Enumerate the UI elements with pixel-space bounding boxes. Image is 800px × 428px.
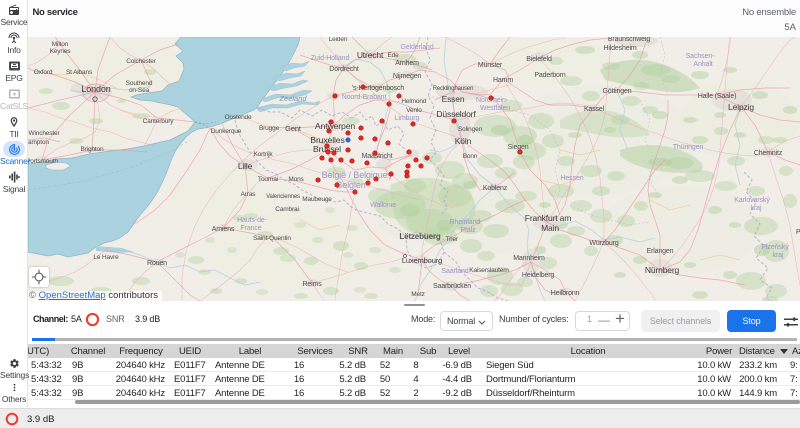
svg-text:Karlovarský: Karlovarský <box>734 197 770 204</box>
svg-text:France: France <box>240 225 261 232</box>
svg-text:Hessen: Hessen <box>560 175 583 182</box>
svg-text:Winchester: Winchester <box>28 130 60 137</box>
svg-text:Gelderland: Gelderland <box>400 44 433 51</box>
svg-text:Sachsen-: Sachsen- <box>686 53 716 60</box>
svg-text:Southend: Southend <box>126 80 153 87</box>
svg-text:Frankfurt am: Frankfurt am <box>525 213 571 223</box>
svg-text:Noord-Brabant: Noord-Brabant <box>342 94 387 101</box>
svg-text:Oostende: Oostende <box>225 114 253 121</box>
svg-text:Plzeňský: Plzeňský <box>761 244 789 251</box>
svg-text:Wallonie: Wallonie <box>370 202 396 209</box>
svg-text:Pfalz: Pfalz <box>460 227 476 234</box>
svg-text:Main: Main <box>541 223 559 233</box>
svg-text:Leiden: Leiden <box>329 37 348 43</box>
svg-text:Oxford: Oxford <box>34 69 53 76</box>
svg-text:Zuid-Holland: Zuid-Holland <box>311 55 350 62</box>
svg-text:Portsmouth: Portsmouth <box>28 158 58 165</box>
svg-text:Tournai: Tournai <box>258 176 278 183</box>
svg-text:Lëtzebuerg: Lëtzebuerg <box>399 232 440 241</box>
svg-text:Anhalt: Anhalt <box>693 61 712 68</box>
svg-text:on-Sea: on-Sea <box>129 87 150 94</box>
svg-text:· Helmond: · Helmond <box>398 98 427 105</box>
svg-text:Hamm: Hamm <box>493 77 513 84</box>
svg-text:'s-Hertogenbosch: 's-Hertogenbosch <box>352 85 405 92</box>
svg-text:Amiens: Amiens <box>212 226 235 233</box>
svg-text:ampton: ampton <box>28 139 49 146</box>
svg-text:Pl: Pl <box>796 229 800 236</box>
svg-text:Le Havre: Le Havre <box>93 254 119 261</box>
svg-text:Canterbury: Canterbury <box>143 118 175 125</box>
svg-text:Gent: Gent <box>285 124 302 133</box>
svg-text:Hauts-de-: Hauts-de- <box>237 217 268 224</box>
svg-text:Valenciennes: Valenciennes <box>266 194 300 200</box>
svg-text:Venlo: Venlo <box>406 107 422 114</box>
svg-text:Paderborn: Paderborn <box>534 72 566 79</box>
svg-text:Rouen: Rouen <box>147 260 167 267</box>
svg-text:Lille: Lille <box>238 161 253 171</box>
svg-text:Metz: Metz <box>411 291 425 298</box>
svg-text:Thüringen: Thüringen <box>673 144 704 151</box>
svg-text:kraj: kraj <box>751 205 762 212</box>
svg-text:Antwerpen: Antwerpen <box>315 121 356 131</box>
svg-text:Brighton: Brighton <box>80 146 104 153</box>
svg-text:Bonn: Bonn <box>463 153 478 160</box>
svg-text:Essen: Essen <box>442 94 465 104</box>
svg-text:· Trier: · Trier <box>442 236 459 243</box>
svg-text:Nürnberg: Nürnberg <box>645 265 680 275</box>
svg-text:Reims: Reims <box>302 281 322 288</box>
svg-text:Würzburg: Würzburg <box>589 240 618 247</box>
svg-text:Rheinland-: Rheinland- <box>450 219 484 226</box>
svg-text:Arnhem: Arnhem <box>395 60 419 67</box>
svg-text:kraj: kraj <box>773 252 784 259</box>
svg-text:Luxembourg: Luxembourg <box>402 256 442 265</box>
svg-text:Nijmegen: Nijmegen <box>393 73 422 80</box>
svg-text:Erlangen: Erlangen <box>647 248 674 255</box>
svg-text:Colchester: Colchester <box>126 58 157 65</box>
svg-text:Kaiserslautern: Kaiserslautern <box>469 267 509 274</box>
svg-text:België / Belgique /: België / Belgique / <box>322 170 393 180</box>
svg-text:Zeeland: Zeeland <box>278 94 307 103</box>
svg-text:Dunkerque: Dunkerque <box>211 128 242 135</box>
svg-text:Leipzig: Leipzig <box>728 102 754 112</box>
svg-text:Halle (Saale): Halle (Saale) <box>698 93 737 100</box>
svg-text:Westfalen: Westfalen <box>480 105 510 112</box>
svg-text:Siegen: Siegen <box>508 144 529 151</box>
svg-text:Heilbronn: Heilbronn <box>551 290 580 297</box>
svg-text:Mannheim: Mannheim <box>513 255 545 262</box>
svg-text:Bielefeld: Bielefeld <box>526 56 552 63</box>
svg-text:Keynes: Keynes <box>50 48 72 55</box>
svg-text:London: London <box>81 84 110 94</box>
svg-text:Braunschweig: Braunschweig <box>608 37 650 43</box>
svg-text:Dordrecht: Dordrecht <box>329 66 359 73</box>
svg-text:Milton: Milton <box>52 41 69 48</box>
svg-text:Belgien: Belgien <box>336 180 365 190</box>
svg-text:Brugge: Brugge <box>259 125 280 132</box>
svg-text:Maubeuge: Maubeuge <box>302 196 332 203</box>
svg-text:Mons: Mons <box>288 176 304 183</box>
svg-text:Solingen: Solingen <box>458 126 483 133</box>
svg-text:Arras: Arras <box>241 191 257 198</box>
svg-text:Utrecht: Utrecht <box>357 50 384 60</box>
svg-text:Saarland: Saarland <box>441 268 468 275</box>
svg-text:Düsseldorf: Düsseldorf <box>436 109 476 119</box>
svg-text:Heidelberg: Heidelberg <box>522 272 555 279</box>
svg-text:Kassel: Kassel <box>584 106 605 113</box>
svg-text:Köln: Köln <box>455 136 472 146</box>
svg-text:Göttingen: Göttingen <box>602 88 631 95</box>
svg-text:Koblenz: Koblenz <box>483 185 508 192</box>
svg-text:Saint-Quentin: Saint-Quentin <box>253 235 291 242</box>
svg-text:St Albans: St Albans <box>66 69 93 76</box>
svg-text:Kortrijk: Kortrijk <box>253 151 273 158</box>
svg-text:Limburg: Limburg <box>395 115 420 122</box>
svg-text:Hildesheim: Hildesheim <box>603 45 636 52</box>
svg-text:Saarbrücken: Saarbrücken <box>433 283 471 290</box>
svg-text:Ede: Ede <box>387 52 399 59</box>
svg-text:Recklinghausen: Recklinghausen <box>433 86 474 92</box>
svg-text:Münster: Münster <box>478 62 503 69</box>
svg-text:Cambrai: Cambrai <box>275 206 299 213</box>
svg-text:Chemnitz: Chemnitz <box>754 150 783 157</box>
